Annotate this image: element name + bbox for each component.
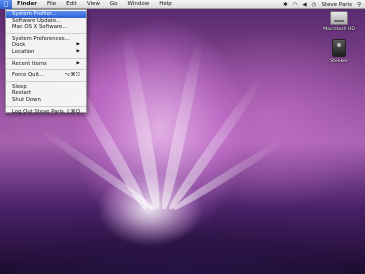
- menu-edit[interactable]: Edit: [61, 0, 82, 9]
- keyboard-shortcut: ⇧⌘Q: [66, 108, 80, 115]
- apple-menu-item-label: Dock: [12, 42, 26, 49]
- menu-help[interactable]: Help: [154, 0, 177, 9]
- apple-menu-item-label: Shut Down: [12, 96, 41, 103]
- apple-menu-item[interactable]: System Profiler...: [6, 11, 86, 18]
- wifi-icon[interactable]: ◠: [293, 2, 298, 8]
- apple-logo-icon[interactable]: : [0, 0, 12, 9]
- apple-menu-item[interactable]: Recent Items ▶: [6, 61, 86, 68]
- apple-menu-item[interactable]: Software Update...: [6, 18, 86, 25]
- menu-window[interactable]: Window: [123, 0, 155, 9]
- menu-separator: [6, 69, 86, 71]
- desktop-icon-label: Steeker: [330, 59, 348, 64]
- apple-menu-item[interactable]: Shut Down: [6, 97, 86, 104]
- submenu-arrow-icon: ▶: [76, 48, 80, 54]
- external-drive-icon: [332, 39, 346, 57]
- submenu-arrow-icon: ▶: [76, 42, 80, 48]
- apple-menu-item[interactable]: Restart: [6, 90, 86, 97]
- menu-separator: [6, 80, 86, 82]
- keyboard-shortcut: ⌥⌘⎋: [64, 72, 80, 79]
- menu-separator: [6, 57, 86, 59]
- apple-menu-item-label: Log Out Steve Paris: [12, 108, 64, 115]
- apple-menu-item-label: Sleep: [12, 83, 27, 90]
- apple-menu-dropdown: System Profiler... Software Update... Mac …: [5, 9, 87, 116]
- desktop-icon-steeker[interactable]: Steeker: [321, 39, 357, 64]
- menu-separator: [6, 32, 86, 34]
- apple-menu-item[interactable]: Sleep: [6, 84, 86, 91]
- apple-menu-item-label: Recent Items: [12, 60, 47, 67]
- apple-menu-item-label: Mac OS X Software...: [12, 24, 68, 31]
- spotlight-icon[interactable]: ⚲: [357, 2, 361, 8]
- apple-menu-item[interactable]: System Preferences...: [6, 36, 86, 43]
- bluetooth-icon[interactable]: ✱: [283, 2, 288, 8]
- menu-bar:  FinderFileEditViewGoWindowHelp ✱ ◠ ◀ ◷…: [0, 0, 365, 9]
- apple-menu-item-label: Restart: [12, 90, 32, 97]
- apple-menu-item[interactable]: Force Quit... ⌥⌘⎋: [6, 72, 86, 79]
- apple-menu-item-label: Location: [12, 48, 35, 55]
- user-name[interactable]: Steve Paris: [321, 2, 352, 8]
- volume-icon[interactable]: ◀: [302, 2, 306, 8]
- apple-menu-item-label: Software Update...: [12, 17, 62, 24]
- apple-menu-item[interactable]: Dock ▶: [6, 42, 86, 49]
- menu-bar-status-area: ✱ ◠ ◀ ◷ Steve Paris ⚲: [283, 0, 361, 9]
- menu-go[interactable]: Go: [105, 0, 123, 9]
- menu-view[interactable]: View: [82, 0, 105, 9]
- desktop-icon-label: Macintosh HD: [323, 27, 355, 32]
- menu-separator: [6, 105, 86, 107]
- apple-menu-item[interactable]: Mac OS X Software...: [6, 24, 86, 31]
- hard-drive-icon: [330, 11, 348, 25]
- apple-menu-item[interactable]: Location ▶: [6, 49, 86, 56]
- apple-menu-item-label: System Profiler...: [12, 11, 57, 17]
- apple-menu-item-label: System Preferences...: [12, 35, 70, 42]
- menu-file[interactable]: File: [42, 0, 61, 9]
- apple-menu-item[interactable]: Log Out Steve Paris ⇧⌘Q: [6, 109, 86, 116]
- submenu-arrow-icon: ▶: [76, 60, 80, 66]
- apple-menu-item-label: Force Quit...: [12, 72, 45, 79]
- desktop-icon-macintosh-hd[interactable]: Macintosh HD: [321, 11, 357, 32]
- clock-icon[interactable]: ◷: [312, 2, 317, 8]
- menu-finder[interactable]: Finder: [12, 0, 42, 9]
